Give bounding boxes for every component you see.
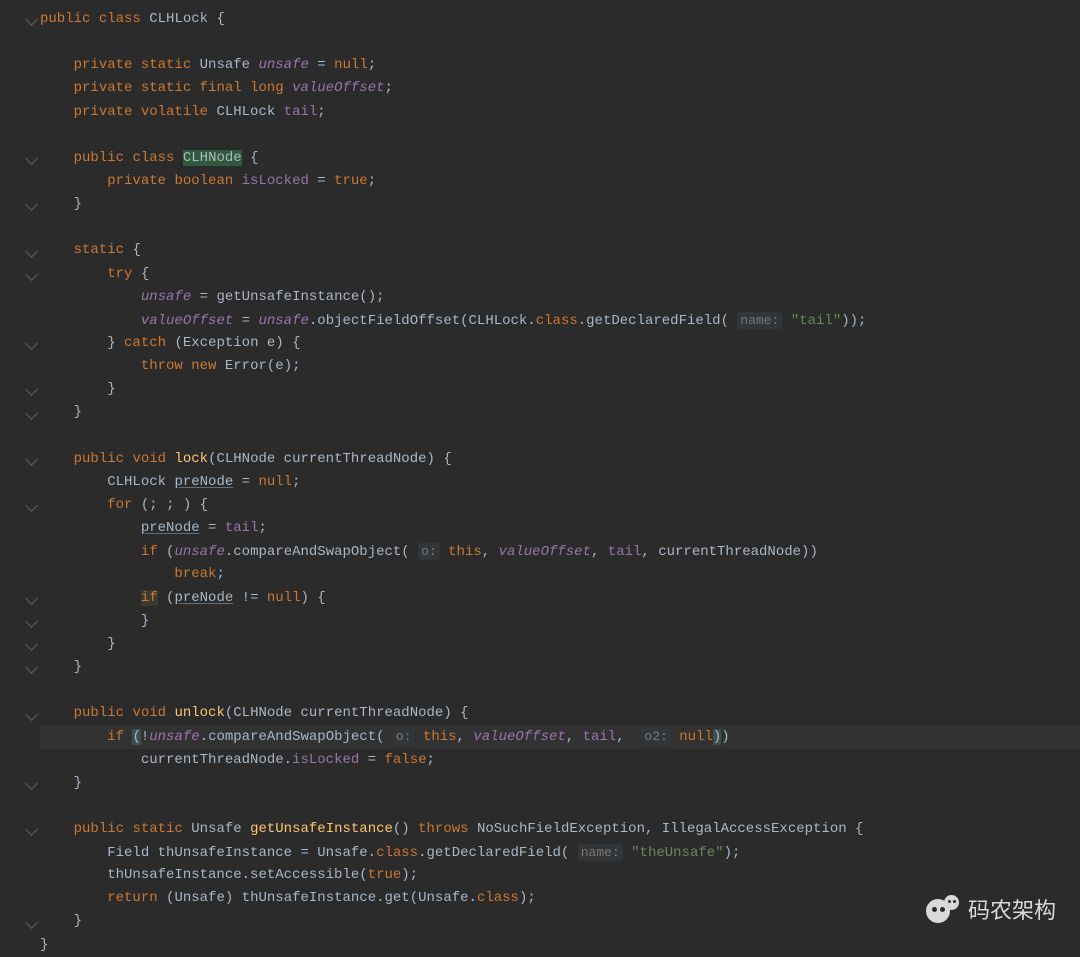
code-line[interactable]: public class CLHNode {: [40, 147, 1080, 170]
code-line[interactable]: public void lock(CLHNode currentThreadNo…: [40, 448, 1080, 471]
fold-marker-icon[interactable]: [25, 13, 38, 26]
code-line[interactable]: }: [40, 610, 1080, 633]
code-line[interactable]: if (preNode != null) {: [40, 587, 1080, 610]
code-line[interactable]: private static final long valueOffset;: [40, 77, 1080, 100]
fold-marker-icon[interactable]: [25, 245, 38, 258]
code-line[interactable]: preNode = tail;: [40, 517, 1080, 540]
code-line[interactable]: private boolean isLocked = true;: [40, 170, 1080, 193]
code-line[interactable]: }: [40, 656, 1080, 679]
code-line[interactable]: } catch (Exception e) {: [40, 332, 1080, 355]
fold-marker-icon[interactable]: [25, 152, 38, 165]
code-line[interactable]: }: [40, 910, 1080, 933]
code-line[interactable]: [40, 216, 1080, 239]
code-line[interactable]: return (Unsafe) thUnsafeInstance.get(Uns…: [40, 887, 1080, 910]
fold-marker-icon[interactable]: [25, 615, 38, 628]
code-line[interactable]: }: [40, 378, 1080, 401]
fold-marker-icon[interactable]: [25, 453, 38, 466]
code-area[interactable]: public class CLHLock { private static Un…: [40, 0, 1080, 955]
code-line[interactable]: throw new Error(e);: [40, 355, 1080, 378]
fold-marker-icon[interactable]: [25, 384, 38, 397]
code-line[interactable]: Field thUnsafeInstance = Unsafe.class.ge…: [40, 841, 1080, 864]
fold-marker-icon[interactable]: [25, 916, 38, 929]
code-line[interactable]: unsafe = getUnsafeInstance();: [40, 286, 1080, 309]
code-line[interactable]: private static Unsafe unsafe = null;: [40, 54, 1080, 77]
code-editor[interactable]: public class CLHLock { private static Un…: [0, 0, 1080, 955]
code-line[interactable]: [40, 679, 1080, 702]
code-line[interactable]: for (; ; ) {: [40, 494, 1080, 517]
code-line[interactable]: if (!unsafe.compareAndSwapObject( o: thi…: [0, 725, 1080, 748]
watermark-text: 码农架构: [968, 893, 1056, 925]
fold-marker-icon[interactable]: [25, 499, 38, 512]
code-line[interactable]: [40, 795, 1080, 818]
fold-marker-icon[interactable]: [25, 777, 38, 790]
fold-marker-icon[interactable]: [25, 268, 38, 281]
code-line[interactable]: [40, 124, 1080, 147]
code-line[interactable]: currentThreadNode.isLocked = false;: [40, 749, 1080, 772]
code-line[interactable]: }: [40, 772, 1080, 795]
code-line[interactable]: if (unsafe.compareAndSwapObject( o: this…: [40, 540, 1080, 563]
code-line[interactable]: }: [40, 934, 1080, 957]
fold-marker-icon[interactable]: [25, 198, 38, 211]
code-line[interactable]: try {: [40, 263, 1080, 286]
code-line[interactable]: [40, 425, 1080, 448]
code-line[interactable]: }: [40, 633, 1080, 656]
code-line[interactable]: static {: [40, 239, 1080, 262]
code-line[interactable]: public static Unsafe getUnsafeInstance()…: [40, 818, 1080, 841]
editor-gutter: [0, 0, 40, 955]
fold-marker-icon[interactable]: [25, 592, 38, 605]
fold-marker-icon[interactable]: [25, 661, 38, 674]
code-line[interactable]: CLHLock preNode = null;: [40, 471, 1080, 494]
code-line[interactable]: }: [40, 193, 1080, 216]
fold-marker-icon[interactable]: [25, 823, 38, 836]
fold-marker-icon[interactable]: [25, 638, 38, 651]
code-line[interactable]: private volatile CLHLock tail;: [40, 101, 1080, 124]
code-line[interactable]: }: [40, 401, 1080, 424]
watermark: 码农架构: [926, 893, 1056, 925]
wechat-icon: [926, 895, 960, 923]
code-line[interactable]: public class CLHLock {: [40, 8, 1080, 31]
code-line[interactable]: valueOffset = unsafe.objectFieldOffset(C…: [40, 309, 1080, 332]
code-line[interactable]: public void unlock(CLHNode currentThread…: [40, 702, 1080, 725]
code-line[interactable]: [40, 31, 1080, 54]
code-line[interactable]: thUnsafeInstance.setAccessible(true);: [40, 864, 1080, 887]
fold-marker-icon[interactable]: [25, 337, 38, 350]
fold-marker-icon[interactable]: [25, 708, 38, 721]
fold-marker-icon[interactable]: [25, 407, 38, 420]
code-line[interactable]: break;: [40, 563, 1080, 586]
